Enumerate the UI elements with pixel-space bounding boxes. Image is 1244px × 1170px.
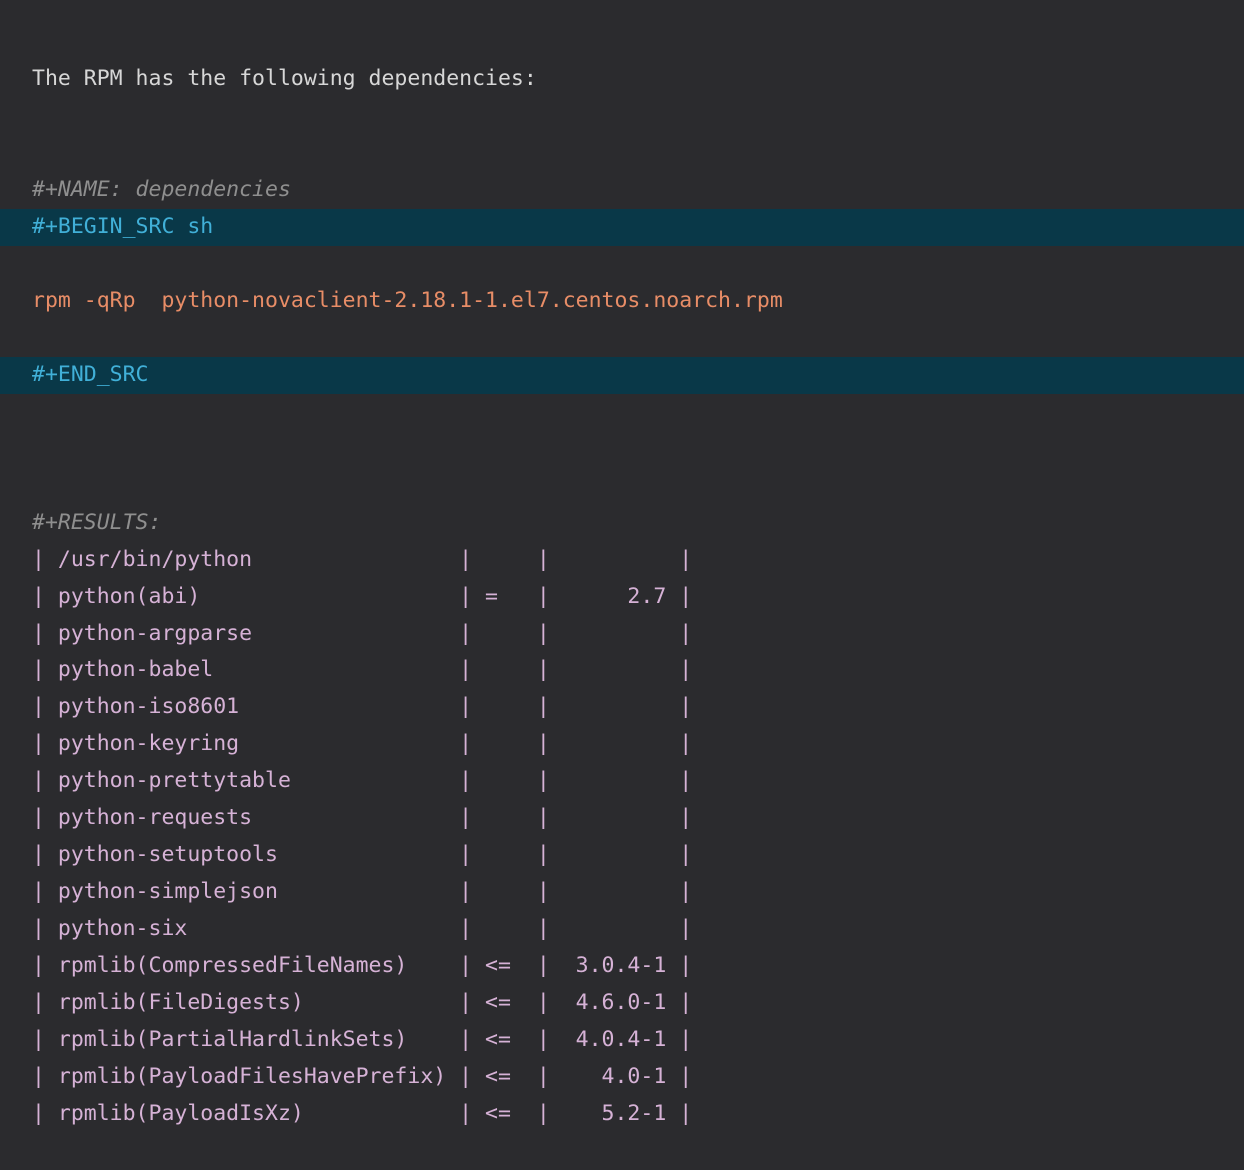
table-row: | python-simplejson | | | (0, 879, 724, 904)
table-row: | python-prettytable | | | (0, 768, 724, 793)
shell-command: rpm -qRp python-novaclient-2.18.1-1.el7.… (0, 283, 1244, 320)
table-row: | rpmlib(FileDigests) | <= | 4.6.0-1 | (0, 990, 724, 1015)
table-row: | python-six | | | (0, 916, 724, 941)
table-row: | python-keyring | | | (0, 731, 724, 756)
table-row: | python(abi) | = | 2.7 | (0, 584, 724, 609)
org-begin-src: #+BEGIN_SRC sh (0, 209, 1244, 246)
heading-text: The RPM has the following dependencies: (0, 66, 569, 91)
table-row: | rpmlib(PartialHardlinkSets) | <= | 4.0… (0, 1027, 724, 1052)
table-row: | python-argparse | | | (0, 621, 724, 646)
table-row: | python-iso8601 | | | (0, 694, 724, 719)
table-row: | rpmlib(CompressedFileNames) | <= | 3.0… (0, 953, 724, 978)
table-row: | rpmlib(PayloadIsXz) | <= | 5.2-1 | (0, 1101, 724, 1126)
blank-line (0, 98, 1244, 135)
org-end-src: #+END_SRC (0, 357, 1244, 394)
org-results-label: #+RESULTS: (0, 510, 193, 535)
org-name-directive: #+NAME: dependencies (0, 177, 323, 202)
table-row: | rpmlib(PayloadFilesHavePrefix) | <= | … (0, 1064, 724, 1089)
table-row: | python-requests | | | (0, 805, 724, 830)
blank-line (0, 431, 1244, 468)
table-row: | python-setuptools | | | (0, 842, 724, 867)
code-document: The RPM has the following dependencies: … (0, 0, 1244, 1012)
table-row: | /usr/bin/python | | | (0, 547, 724, 572)
results-table: | /usr/bin/python | | | | python(abi) | … (0, 542, 1244, 1134)
table-row: | python-babel | | | (0, 657, 724, 682)
